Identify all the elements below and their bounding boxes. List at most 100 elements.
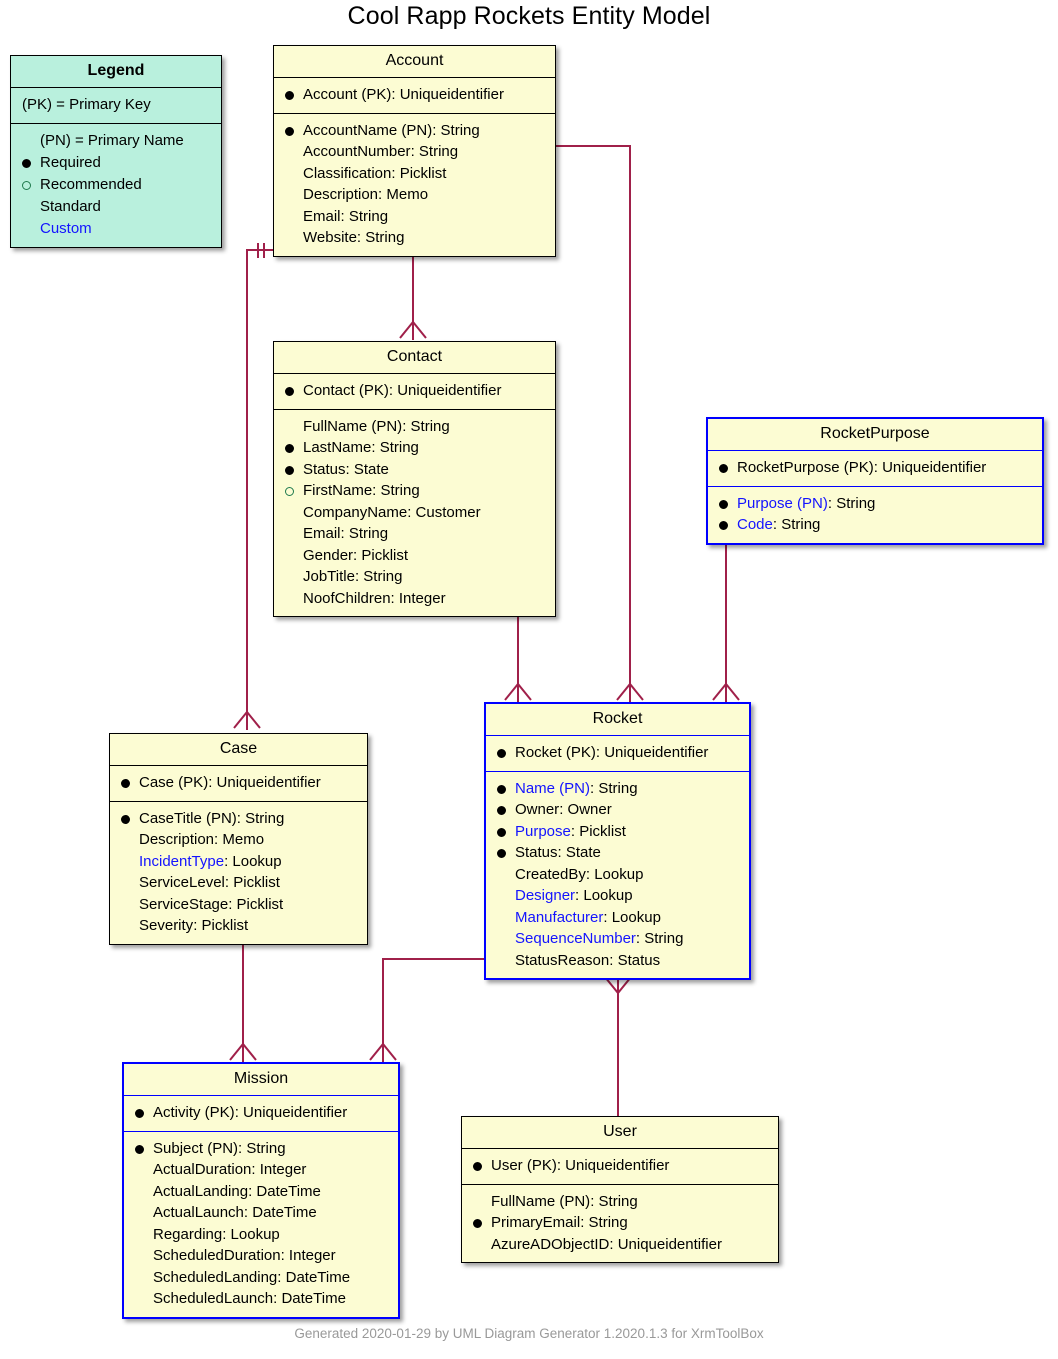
page-title: Cool Rapp Rockets Entity Model bbox=[347, 2, 711, 30]
crowsfoot-rocket-top-account bbox=[616, 682, 644, 701]
attribute-type: : DateTime bbox=[243, 1204, 317, 1222]
legend-section-markers: (PN) = Primary Name Required Recommended… bbox=[11, 124, 221, 247]
attribute-name: Website bbox=[303, 229, 357, 247]
attribute-type: : String bbox=[371, 439, 419, 457]
attribute-name: ActualLaunch bbox=[153, 1204, 244, 1222]
attribute-name: Description bbox=[303, 186, 379, 204]
entity-attribute-row: ServiceLevel: Picklist bbox=[118, 872, 359, 894]
crowsfoot-mission-top-rocket bbox=[369, 1042, 397, 1061]
attribute-type: : Lookup bbox=[575, 887, 633, 905]
attribute-type: : Memo bbox=[214, 831, 265, 849]
entity-mission[interactable]: Mission Activity (PK): Uniqueidentifier … bbox=[122, 1062, 400, 1319]
entity-attr-section: CaseTitle (PN): String Description: Memo I… bbox=[110, 802, 367, 944]
entity-case[interactable]: Case Case (PK): Uniqueidentifier CaseTit… bbox=[109, 733, 368, 945]
required-bullet-icon bbox=[285, 387, 294, 397]
legend-row-pk: (PK) = Primary Key bbox=[19, 94, 213, 116]
attribute-type: : State bbox=[557, 844, 601, 862]
attribute-type: : String bbox=[827, 494, 876, 512]
entity-attribute-row: ServiceStage: Picklist bbox=[118, 894, 359, 916]
entity-attribute-row: FirstName: String bbox=[282, 480, 547, 502]
attribute-type: : String bbox=[772, 516, 821, 534]
entity-attribute-row: ScheduledLanding: DateTime bbox=[132, 1267, 390, 1289]
attribute-type: : Picklist bbox=[353, 546, 409, 564]
legend-box: Legend (PK) = Primary Key (PN) = Primary… bbox=[10, 55, 222, 248]
attribute-name: ActualLanding bbox=[153, 1182, 249, 1200]
entity-attribute-row: Name (PN): String bbox=[494, 778, 741, 800]
attribute-name: Status bbox=[303, 460, 346, 478]
attribute-type: : String bbox=[580, 1214, 628, 1232]
attribute-name: ScheduledLanding bbox=[153, 1268, 278, 1286]
attribute-name: AzureADObjectID bbox=[491, 1235, 610, 1253]
attribute-type: : String bbox=[590, 1192, 638, 1210]
entity-attribute-row: Purpose: Picklist bbox=[494, 821, 741, 843]
legend-row-pn: (PN) = Primary Name bbox=[19, 130, 213, 152]
attribute-type: : String bbox=[340, 207, 389, 225]
entity-attribute-row: IncidentType: Lookup bbox=[118, 851, 359, 873]
attribute-name: Status bbox=[515, 844, 558, 862]
attribute-name: IncidentType bbox=[139, 852, 225, 870]
required-bullet-icon bbox=[497, 784, 506, 794]
entity-rocket[interactable]: Rocket Rocket (PK): Uniqueidentifier Nam… bbox=[484, 702, 751, 981]
entity-title: RocketPurpose bbox=[708, 419, 1042, 452]
diagram-canvas: Cool Rapp Rockets Entity Model Legend (P… bbox=[0, 0, 1058, 1359]
entity-attribute-row: ActualDuration: Integer bbox=[132, 1159, 390, 1181]
entity-pk-section: Contact (PK): Uniqueidentifier bbox=[274, 374, 555, 410]
attribute-name: ActualDuration bbox=[153, 1161, 252, 1179]
entity-attr-section: Name (PN): String Owner: Owner Purpose: Pi… bbox=[486, 772, 749, 979]
entity-contact[interactable]: Contact Contact (PK): Uniqueidentifier F… bbox=[273, 341, 556, 618]
entity-attribute-row: Activity (PK): Uniqueidentifier bbox=[132, 1102, 390, 1124]
legend-row-label: Standard bbox=[40, 198, 101, 215]
attribute-type: : Uniqueidentifier bbox=[873, 459, 987, 477]
attribute-name: Activity (PK) bbox=[153, 1104, 235, 1122]
attribute-name: Contact (PK) bbox=[303, 382, 389, 400]
attribute-type: : Integer bbox=[251, 1161, 307, 1179]
entity-pk-section: Rocket (PK): Uniqueidentifier bbox=[486, 736, 749, 772]
entity-account[interactable]: Account Account (PK): Uniqueidentifier A… bbox=[273, 45, 556, 257]
entity-attribute-row: CaseTitle (PN): String bbox=[118, 808, 359, 830]
attribute-type: : Uniqueidentifier bbox=[595, 744, 709, 762]
attribute-name: ServiceLevel bbox=[139, 874, 225, 892]
entity-attribute-row: Description: Memo bbox=[282, 184, 547, 206]
entity-attribute-row: AzureADObjectID: Uniqueidentifier bbox=[470, 1234, 770, 1256]
entity-attr-section: FullName (PN): String PrimaryEmail: Strin… bbox=[462, 1185, 778, 1263]
entity-user[interactable]: User User (PK): Uniqueidentifier FullNam… bbox=[461, 1116, 779, 1264]
entity-pk-section: Activity (PK): Uniqueidentifier bbox=[124, 1096, 398, 1132]
attribute-type: : String bbox=[356, 229, 405, 247]
attribute-name: JobTitle bbox=[303, 568, 355, 586]
entity-attribute-row: Owner: Owner bbox=[494, 799, 741, 821]
attribute-name: CaseTitle (PN) bbox=[139, 809, 237, 827]
entity-attribute-row: Designer: Lookup bbox=[494, 885, 741, 907]
entity-rocketpurpose[interactable]: RocketPurpose RocketPurpose (PK): Unique… bbox=[706, 417, 1044, 545]
required-bullet-icon bbox=[135, 1144, 144, 1154]
crowsfoot-contact-top bbox=[399, 320, 427, 339]
required-bullet-icon bbox=[473, 1219, 482, 1229]
crowsfoot-rocket-top-contact bbox=[504, 682, 532, 701]
attribute-type: : Lookup bbox=[224, 852, 282, 870]
attribute-name: Severity bbox=[139, 917, 194, 935]
recommended-bullet-icon bbox=[22, 181, 31, 190]
entity-attribute-row: Contact (PK): Uniqueidentifier bbox=[282, 380, 547, 402]
required-bullet-icon bbox=[473, 1162, 482, 1172]
required-bullet-icon bbox=[285, 126, 294, 136]
attribute-type: : Integer bbox=[390, 589, 446, 607]
attribute-type: : Memo bbox=[378, 186, 429, 204]
attribute-name: Regarding bbox=[153, 1225, 223, 1243]
attribute-type: : State bbox=[345, 460, 389, 478]
attribute-name: Email bbox=[303, 525, 341, 543]
attribute-type: : Uniqueidentifier bbox=[208, 774, 321, 792]
attribute-name: FullName (PN) bbox=[303, 417, 403, 435]
attribute-name: Owner bbox=[515, 801, 560, 819]
required-bullet-icon bbox=[121, 814, 130, 824]
attribute-type: : Uniqueidentifier bbox=[234, 1104, 348, 1122]
connector-rocket-mission bbox=[382, 958, 485, 1062]
entity-attribute-row: Purpose (PN): String bbox=[716, 493, 1034, 515]
attribute-name: Purpose bbox=[515, 822, 571, 840]
entity-attribute-row: Status: State bbox=[494, 842, 741, 864]
attribute-name: ScheduledDuration bbox=[153, 1247, 281, 1265]
attribute-type: : DateTime bbox=[277, 1268, 351, 1286]
attribute-name: Name (PN) bbox=[515, 779, 591, 797]
attribute-type: : String bbox=[372, 482, 420, 500]
entity-attribute-row: CreatedBy: Lookup bbox=[494, 864, 741, 886]
attribute-name: NoofChildren bbox=[303, 589, 391, 607]
entity-attribute-row: PrimaryEmail: String bbox=[470, 1212, 770, 1234]
